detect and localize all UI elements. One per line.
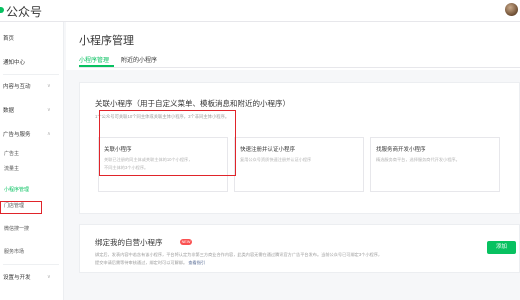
option-title: 找服务商开发小程序 (376, 147, 426, 153)
option-desc: 复用公众号资质快速注册并认证小程序 (240, 157, 312, 162)
top-bar: 公众号 (0, 0, 520, 22)
section-description: 提交申请后需等待审核通过，绑定时可以可解绑。 查看指引 (95, 260, 205, 266)
chevron-down-icon: ∨ (47, 107, 51, 113)
sidebar: 首页 通知中心 内容与互动 ∨ 数据 ∨ 广告与服务 ∧ 广告主 流量主 小程序… (0, 22, 64, 300)
chevron-up-icon: ∧ (47, 131, 51, 137)
bind-miniprogram-card: 绑定我的自营小程序 NEW 绑定后，发表内容中若含有该小程序，平台将认定为非第三… (79, 224, 520, 273)
brand-title[interactable]: 公众号 (6, 3, 42, 20)
sidebar-item-label: 内容与互动 (3, 84, 31, 90)
sidebar-divider (3, 74, 59, 75)
chevron-down-icon: ∨ (47, 83, 51, 89)
section-title: 关联小程序（用于自定义菜单、模板消息和附近的小程序） (95, 99, 290, 108)
add-button[interactable]: 添加 (487, 241, 516, 254)
sidebar-item-label: 广告主 (4, 151, 20, 157)
section-description-text: 提交申请后需等待审核通过，绑定时可以可解绑。 (95, 260, 188, 265)
option-find-provider[interactable]: 找服务商开发小程序 精选服务商平台，选择服务商代开发小程序。 (370, 137, 500, 192)
tab-miniprogram-management[interactable]: 小程序管理 (79, 55, 109, 64)
sidebar-item-label: 小程序管理 (4, 187, 30, 193)
sidebar-item-label: 流量主 (4, 166, 20, 172)
guide-link[interactable]: 查看指引 (188, 260, 205, 265)
option-title: 快速注册并认证小程序 (240, 147, 296, 153)
annotation-highlight-box (0, 201, 42, 214)
page-header: 小程序管理 小程序管理 附近的小程序 (66, 22, 520, 70)
sidebar-item-label: 设置与开发 (3, 275, 31, 281)
sidebar-divider (3, 264, 59, 265)
sidebar-item-label: 数据 (3, 108, 15, 114)
brand-marker (0, 7, 4, 13)
sidebar-item-label: 广告与服务 (3, 132, 31, 138)
sidebar-item-label: 通知中心 (3, 60, 26, 66)
tab-nearby-miniprogram[interactable]: 附近的小程序 (121, 55, 157, 64)
avatar[interactable] (505, 3, 518, 16)
sidebar-item-label: 首页 (3, 36, 15, 42)
tabs-divider (79, 67, 520, 68)
chevron-down-icon: ∨ (47, 274, 51, 280)
option-quick-register[interactable]: 快速注册并认证小程序 复用公众号资质快速注册并认证小程序 (234, 137, 364, 192)
annotation-highlight-box (99, 110, 236, 176)
new-badge: NEW (180, 239, 192, 245)
page-title: 小程序管理 (79, 35, 134, 47)
section-title: 绑定我的自营小程序 (95, 238, 163, 247)
section-description: 绑定后，发表内容中若含有该小程序，平台将认定为非第三方商业合作内容，此类内容无需… (95, 252, 383, 257)
option-desc: 精选服务商平台，选择服务商代开发小程序。 (376, 157, 460, 162)
sidebar-item-label: 微信搜一搜 (4, 226, 30, 232)
sidebar-item-label: 服务市场 (4, 249, 25, 255)
